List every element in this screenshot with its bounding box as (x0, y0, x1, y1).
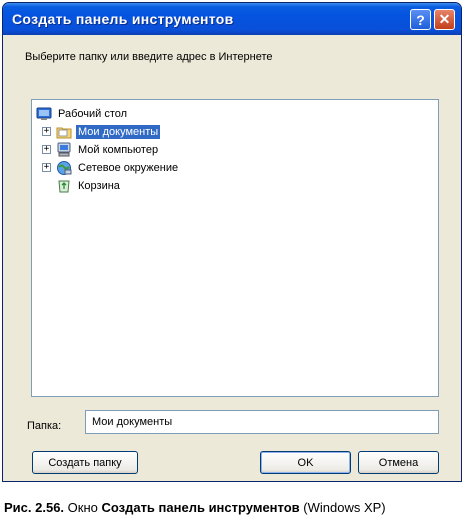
tree-item-network[interactable]: Сетевое окружение (56, 159, 180, 176)
cancel-button[interactable]: Отмена (358, 451, 439, 474)
cancel-button-label: Отмена (378, 456, 419, 469)
folder-field-label: Папка: (27, 420, 62, 432)
tree-item-my-computer[interactable]: Мой компьютер (56, 141, 160, 158)
tree-item-desktop[interactable]: Рабочий стол (36, 105, 129, 122)
new-folder-button-label: Создать папку (48, 456, 122, 469)
dialog-window: Создать панель инструментов ? ✕ Выберите… (2, 2, 462, 482)
close-button[interactable]: ✕ (434, 9, 455, 30)
title-bar[interactable]: Создать панель инструментов ? ✕ (3, 3, 461, 35)
expand-toggle[interactable]: + (42, 127, 51, 136)
folder-tree[interactable]: Рабочий стол + Мои документы + Мой компь… (31, 99, 439, 397)
new-folder-button[interactable]: Создать папку (32, 451, 138, 474)
ok-button-label: OK (297, 456, 314, 469)
tree-item-label: Корзина (78, 179, 120, 192)
window-title: Создать панель инструментов (12, 11, 234, 27)
close-icon: ✕ (438, 11, 451, 27)
caption-name: Создать панель инструментов (101, 500, 300, 515)
expand-toggle[interactable]: + (42, 145, 51, 154)
caption-window-word: Окно (64, 500, 102, 515)
tree-item-my-documents[interactable]: Мои документы (56, 123, 161, 140)
my-documents-folder-icon (56, 127, 72, 138)
tree-item-label: Рабочий стол (58, 107, 128, 120)
network-icon (57, 160, 72, 175)
tree-item-recycle-bin[interactable]: Корзина (56, 177, 122, 194)
help-icon: ? (416, 11, 425, 28)
folder-input[interactable] (85, 410, 439, 434)
tree-item-label: Мой компьютер (78, 143, 159, 156)
tree-item-label: Сетевое окружение (78, 161, 179, 174)
instruction-text: Выберите папку или введите адрес в Интер… (25, 51, 273, 63)
figure-caption: Рис. 2.56. Окно Создать панель инструмен… (4, 500, 386, 515)
caption-suffix: (Windows XP) (299, 500, 386, 515)
recycle-bin-icon (58, 180, 70, 192)
my-computer-icon (57, 142, 71, 156)
expand-toggle[interactable]: + (42, 163, 51, 172)
desktop-icon (36, 107, 52, 120)
caption-prefix: Рис. 2.56. (4, 500, 65, 515)
help-button[interactable]: ? (410, 9, 431, 30)
ok-button[interactable]: OK (260, 451, 351, 474)
tree-item-label: Мои документы (76, 124, 161, 139)
